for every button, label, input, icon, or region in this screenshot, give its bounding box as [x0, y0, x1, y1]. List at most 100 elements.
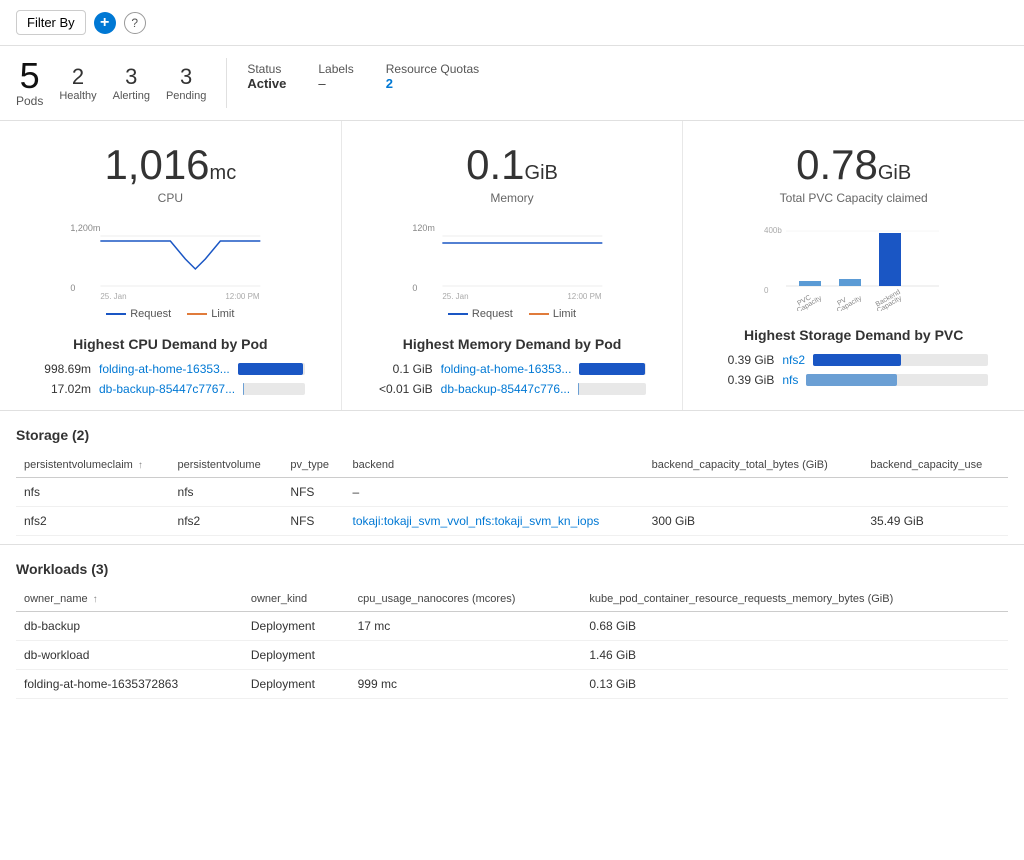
help-button[interactable]: ?	[124, 12, 146, 34]
status-key: Status	[247, 62, 286, 76]
status-meta: Status Active	[247, 62, 286, 91]
svg-text:120m: 120m	[412, 223, 435, 233]
storage-demand-link-1[interactable]: nfs	[782, 373, 798, 387]
quotas-key: Resource Quotas	[386, 62, 479, 76]
storage-row-1: nfs2 nfs2 NFS tokaji:tokaji_svm_vvol_nfs…	[16, 507, 1008, 536]
svg-text:400b: 400b	[764, 226, 782, 235]
col-owner-name[interactable]: owner_name ↑	[16, 587, 243, 612]
request-legend: Request	[106, 308, 171, 320]
storage-demand-title: Highest Storage Demand by PVC	[719, 327, 988, 343]
cpu-demand-row-0: 998.69m folding-at-home-16353...	[36, 362, 305, 376]
col-owner-kind[interactable]: owner_kind	[243, 587, 350, 612]
pods-count: 5	[16, 58, 43, 94]
pvc-label: Total PVC Capacity claimed	[699, 191, 1008, 205]
filter-button[interactable]: Filter By	[16, 10, 86, 35]
cpu-chart: 1,200m 0 25. Jan 12:00 PM Request Li	[16, 221, 325, 320]
status-val: Active	[247, 76, 286, 91]
mem-request-label: Request	[472, 308, 513, 320]
add-button[interactable]: +	[94, 12, 116, 34]
healthy-label: Healthy	[59, 90, 96, 102]
storage-row-0: nfs nfs NFS –	[16, 478, 1008, 507]
storage-section: Storage (2) persistentvolumeclaim ↑ pers…	[0, 411, 1024, 545]
limit-legend: Limit	[187, 308, 234, 320]
pending-label: Pending	[166, 90, 206, 102]
healthy-count: 2	[59, 64, 96, 90]
labels-val: –	[318, 76, 353, 91]
col-backend[interactable]: backend	[344, 453, 643, 478]
labels-key: Labels	[318, 62, 353, 76]
quotas-meta: Resource Quotas 2	[386, 62, 479, 91]
col-pvc[interactable]: persistentvolumeclaim ↑	[16, 453, 170, 478]
col-cpu-usage[interactable]: cpu_usage_nanocores (mcores)	[350, 587, 582, 612]
workloads-header: owner_name ↑ owner_kind cpu_usage_nanoco…	[16, 587, 1008, 612]
cpu-label: CPU	[16, 191, 325, 205]
pods-stats: 2 Healthy 3 Alerting 3 Pending	[59, 64, 206, 102]
cpu-unit: mc	[210, 162, 237, 184]
pending-stat: 3 Pending	[166, 64, 206, 102]
storage-demand-row-0: 0.39 GiB nfs2	[719, 353, 988, 367]
svg-text:12:00 PM: 12:00 PM	[225, 292, 260, 301]
svg-text:25. Jan: 25. Jan	[100, 292, 126, 301]
cpu-demand-link-0[interactable]: folding-at-home-16353...	[99, 362, 230, 376]
top-bar: Filter By + ?	[0, 0, 1024, 46]
request-label: Request	[130, 308, 171, 320]
pvc-bar-chart: 400b 0 PVC Capacity PV Capacity	[764, 221, 944, 311]
cpu-demand: Highest CPU Demand by Pod 998.69m foldin…	[16, 328, 325, 410]
memory-panel: 0.1GiB Memory 120m 0 25. Jan 12:00 PM Re…	[342, 121, 684, 410]
pvc-value: 0.78	[796, 141, 878, 188]
memory-legend: Request Limit	[358, 308, 667, 320]
workloads-table-wrap[interactable]: owner_name ↑ owner_kind cpu_usage_nanoco…	[16, 587, 1008, 699]
cpu-sparkline: 1,200m 0 25. Jan 12:00 PM	[16, 221, 325, 301]
col-memory-req[interactable]: kube_pod_container_resource_requests_mem…	[581, 587, 1008, 612]
cpu-value: 1,016	[104, 141, 209, 188]
pods-label: Pods	[16, 94, 43, 108]
memory-demand: Highest Memory Demand by Pod 0.1 GiB fol…	[358, 328, 667, 410]
memory-demand-link-1[interactable]: db-backup-85447c776...	[441, 382, 570, 396]
limit-line	[187, 313, 207, 315]
storage-demand: Highest Storage Demand by PVC 0.39 GiB n…	[699, 319, 1008, 401]
backend-link[interactable]: tokaji:tokaji_svm_vvol_nfs:tokaji_svm_kn…	[352, 514, 599, 528]
svg-text:1,200m: 1,200m	[70, 223, 100, 233]
storage-table-wrap[interactable]: persistentvolumeclaim ↑ persistentvolume…	[16, 453, 1008, 536]
alerting-count: 3	[113, 64, 150, 90]
cpu-demand-link-1[interactable]: db-backup-85447c7767...	[99, 382, 235, 396]
workload-row-1: db-workload Deployment 1.46 GiB	[16, 641, 1008, 670]
pvc-unit: GiB	[878, 162, 911, 184]
memory-chart: 120m 0 25. Jan 12:00 PM Request Limi	[358, 221, 667, 320]
memory-sparkline: 120m 0 25. Jan 12:00 PM	[358, 221, 667, 301]
memory-unit: GiB	[525, 162, 558, 184]
mem-limit-label: Limit	[553, 308, 576, 320]
svg-text:25. Jan: 25. Jan	[442, 292, 468, 301]
col-capacity[interactable]: backend_capacity_total_bytes (GiB)	[644, 453, 863, 478]
pending-count: 3	[166, 64, 206, 90]
pvc-panel: 0.78GiB Total PVC Capacity claimed 400b …	[683, 121, 1024, 410]
filter-label: Filter By	[27, 15, 75, 30]
memory-demand-title: Highest Memory Demand by Pod	[378, 336, 647, 352]
storage-demand-link-0[interactable]: nfs2	[782, 353, 805, 367]
col-pvtype[interactable]: pv_type	[282, 453, 344, 478]
cpu-demand-title: Highest CPU Demand by Pod	[36, 336, 305, 352]
alerting-label: Alerting	[113, 90, 150, 102]
quotas-val[interactable]: 2	[386, 76, 479, 91]
storage-table: persistentvolumeclaim ↑ persistentvolume…	[16, 453, 1008, 536]
workloads-table: owner_name ↑ owner_kind cpu_usage_nanoco…	[16, 587, 1008, 699]
svg-text:0: 0	[764, 286, 769, 295]
metrics-row: 1,016mc CPU 1,200m 0 25. Jan 12:00 PM Re…	[0, 121, 1024, 410]
workload-row-2: folding-at-home-1635372863 Deployment 99…	[16, 670, 1008, 699]
limit-label: Limit	[211, 308, 234, 320]
svg-text:12:00 PM: 12:00 PM	[567, 292, 602, 301]
memory-value: 0.1	[466, 141, 524, 188]
memory-label: Memory	[358, 191, 667, 205]
workload-row-0: db-backup Deployment 17 mc 0.68 GiB	[16, 612, 1008, 641]
cpu-demand-row-1: 17.02m db-backup-85447c7767...	[36, 382, 305, 396]
memory-demand-row-0: 0.1 GiB folding-at-home-16353...	[378, 362, 647, 376]
svg-text:0: 0	[70, 283, 75, 293]
storage-title: Storage (2)	[16, 427, 1008, 443]
memory-demand-link-0[interactable]: folding-at-home-16353...	[441, 362, 572, 376]
storage-demand-row-1: 0.39 GiB nfs	[719, 373, 988, 387]
summary-bar: 5 Pods 2 Healthy 3 Alerting 3 Pending St…	[0, 46, 1024, 121]
cpu-legend: Request Limit	[16, 308, 325, 320]
col-used[interactable]: backend_capacity_use	[862, 453, 1008, 478]
col-pv[interactable]: persistentvolume	[170, 453, 283, 478]
request-line	[106, 313, 126, 315]
